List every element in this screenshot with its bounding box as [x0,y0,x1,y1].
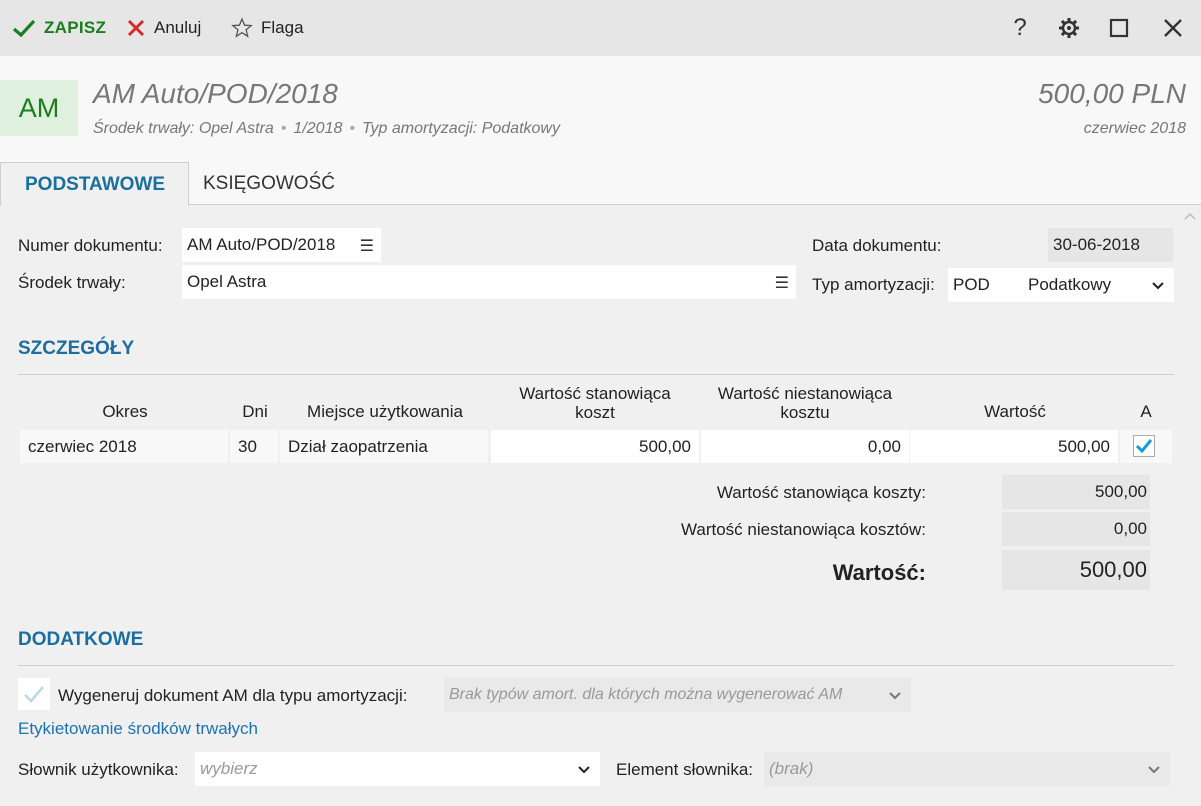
document-period: czerwiec 2018 [1083,120,1186,137]
gear-icon [1059,18,1079,38]
chevron-down-icon [1148,766,1160,774]
separator-dot: • [349,120,355,137]
chevron-down-icon [578,766,590,774]
document-type-badge: AM [0,80,78,136]
additional-section-title: DODATKOWE [18,629,144,650]
col-header-noncost: Wartość niestanowiąca kosztu [700,384,910,422]
doc-date-value: 30-06-2018 [1053,235,1140,254]
tab-ksiegowosc[interactable]: KSIĘGOWOŚĆ [189,162,351,205]
asset-label: Środek trwały: [18,273,126,292]
doc-number-field[interactable]: AM Auto/POD/2018 ☰ [182,228,381,262]
cell-value[interactable]: 500,00 [910,430,1118,463]
chevron-down-icon [1152,282,1164,290]
dict-element-label: Element słownika: [616,760,754,779]
document-title: AM Auto/POD/2018 [93,78,338,109]
tab-podstawowe[interactable]: PODSTAWOWE [0,162,189,206]
sum-cost-label: Wartość stanowiąca koszty: [716,483,926,502]
asset-labeling-link[interactable]: Etykietowanie środków trwałych [18,719,258,739]
section-divider [18,374,1174,375]
close-button[interactable] [1153,0,1193,56]
col-header-cost-line1: Wartość stanowiąca [519,384,671,403]
dict-element-placeholder: (brak) [769,759,814,778]
checkmark-icon [1135,439,1153,454]
document-amount: 500,00 PLN [1038,78,1186,109]
sum-total-value: 500,00 [1002,550,1150,590]
col-header-value: Wartość [984,402,1046,421]
maximize-button[interactable] [1099,0,1139,56]
document-subtitle: Środek trwały: Opel Astra • 1/2018 • Typ amo… [93,120,560,138]
help-button[interactable]: ? [1000,0,1040,56]
checkmark-icon [24,686,44,703]
generate-label: Wygeneruj dokument AM dla typu amortyzac… [58,686,408,705]
cell-cost[interactable]: 500,00 [491,430,699,463]
doc-date-label: Data dokumentu: [812,236,942,255]
separator-dot: • [280,120,287,137]
cell-location: Dział zaopatrzenia [280,430,488,463]
cancel-label: Anuluj [154,18,202,37]
col-header-cost: Wartość stanowiąca koszt [490,384,700,422]
generate-placeholder: Brak typów amort. dla których można wyge… [449,686,843,703]
col-header-a: A [1140,402,1152,421]
subtitle-type: Typ amortyzacji: Podatkowy [361,120,560,137]
checkmark-icon [12,19,36,38]
generate-type-select[interactable]: Brak typów amort. dla których można wyge… [444,678,911,712]
menu-icon[interactable]: ☰ [360,236,374,256]
cell-days: 30 [230,430,278,463]
subtitle-asset: Środek trwały: Opel Astra [93,120,274,137]
close-x-icon [127,19,145,37]
menu-icon[interactable]: ☰ [775,273,789,293]
flag-label: Flaga [261,18,304,37]
chevron-down-icon [889,692,901,700]
toolbar: ZAPISZ Anuluj Flaga ? [0,0,1201,56]
maximize-icon [1109,18,1129,38]
amort-type-code: POD [953,275,990,294]
help-icon: ? [1013,14,1027,41]
doc-number-label: Numer dokumentu: [18,236,163,255]
dict-select[interactable]: wybierz [195,752,600,786]
cell-a [1120,430,1172,463]
subtitle-number: 1/2018 [293,120,343,137]
col-header-cost-line2: koszt [575,403,615,422]
dict-placeholder: wybierz [200,759,258,778]
flag-button[interactable]: Flaga [231,0,304,56]
amort-type-label: Typ amortyzacji: [812,275,935,294]
save-button[interactable]: ZAPISZ [12,0,106,56]
generate-checkbox[interactable] [18,678,50,710]
save-label: ZAPISZ [44,18,107,37]
settings-button[interactable] [1049,0,1089,56]
scroll-up-icon[interactable] [1183,210,1197,222]
dict-element-select[interactable]: (brak) [764,752,1170,786]
col-header-noncost-line1: Wartość niestanowiąca [717,384,893,403]
doc-date-field[interactable]: 30-06-2018 [1048,228,1173,262]
sum-total-label: Wartość: [832,560,926,585]
sum-cost-value: 500,00 [1002,475,1150,509]
tab-bar: PODSTAWOWE KSIĘGOWOŚĆ [0,162,1201,206]
sum-noncost-label: Wartość niestanowiąca kosztów: [680,520,926,539]
close-icon [1164,19,1182,37]
dict-label: Słownik użytkownika: [18,760,179,779]
cell-noncost[interactable]: 0,00 [701,430,909,463]
col-header-days: Dni [242,402,268,421]
details-section-title: SZCZEGÓŁY [18,338,135,359]
asset-field[interactable]: Opel Astra ☰ [182,265,796,299]
row-checkbox[interactable] [1133,435,1155,457]
amort-type-select[interactable]: POD Podatkowy [948,268,1174,302]
col-header-noncost-line2: kosztu [780,403,830,422]
asset-value: Opel Astra [187,272,267,291]
doc-number-value: AM Auto/POD/2018 [187,235,336,254]
cell-period: czerwiec 2018 [20,430,228,463]
section-divider [18,665,1174,666]
amort-type-name: Podatkowy [1028,275,1112,294]
sum-noncost-value: 0,00 [1002,512,1150,546]
document-header: AM AM Auto/POD/2018 Środek trwały: Opel … [0,56,1201,162]
star-icon [231,17,253,38]
col-header-location: Miejsce użytkowania [307,402,463,421]
cancel-button[interactable]: Anuluj [126,0,201,56]
col-header-period: Okres [102,402,148,421]
